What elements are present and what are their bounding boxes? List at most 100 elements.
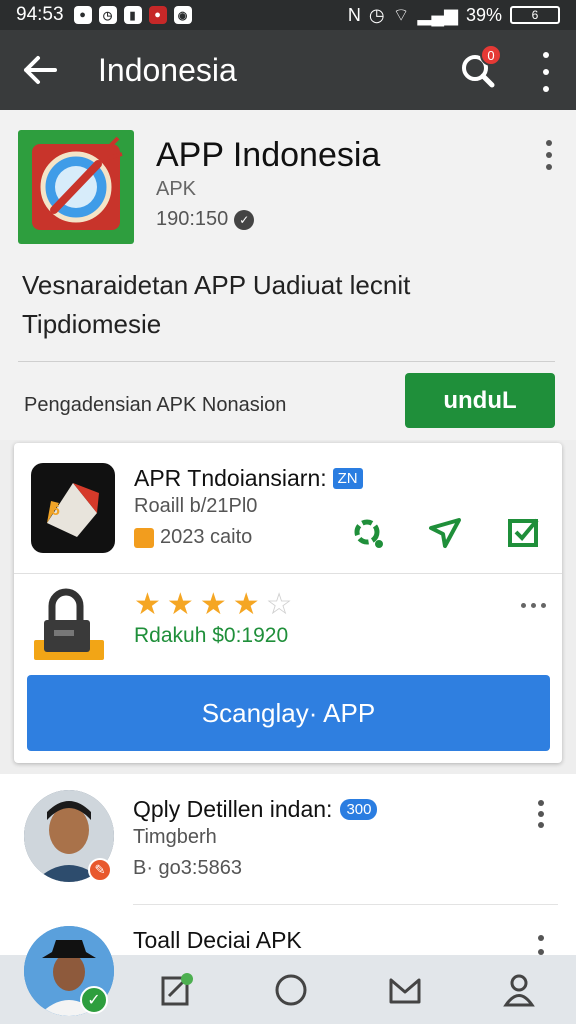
more-vert-dot (546, 164, 552, 170)
card-subtitle: Roaill b/21Pl0 (134, 495, 258, 517)
compass-logo-icon (32, 136, 123, 230)
card-more-button[interactable] (521, 603, 546, 608)
circle-home-icon (275, 974, 307, 1005)
nfc-icon: N (347, 4, 361, 25)
more-vert-dot (538, 811, 544, 817)
mail-icon (389, 978, 421, 1003)
list-item-more-button[interactable] (536, 800, 546, 828)
divider (14, 573, 562, 574)
more-vert-dot (546, 152, 552, 158)
card-date-text: 2023 caito (160, 526, 253, 548)
scan-button[interactable]: Scanglay· APP (27, 675, 550, 751)
nav-edit[interactable] (157, 970, 197, 1010)
app-name: APP Indonesia (156, 136, 381, 174)
battery-level: 6 (531, 8, 539, 22)
star-icon: ★ (166, 588, 194, 621)
status-bar: 94:53 ● ◷ ▮ ● ◉ N ◷ ⌔ ▂▄▆ 39% 6 (0, 0, 576, 30)
notification-icon: ● (73, 6, 92, 24)
card-tag: ZN (332, 468, 363, 489)
card-date: 2023 caito (134, 526, 252, 549)
settings-button[interactable] (348, 513, 386, 551)
status-time: 94:53 (16, 4, 64, 25)
edit-badge-icon: ✎ (88, 858, 112, 882)
more-vert-icon (546, 140, 552, 146)
nav-profile[interactable] (499, 970, 539, 1010)
download-button[interactable]: unduL (405, 373, 555, 428)
more-vert-dot (543, 69, 549, 75)
divider (18, 361, 555, 362)
star-icon: ★ (199, 588, 227, 621)
arrow-left-icon (24, 56, 57, 84)
list-item-name: Qply Detillen indan: 300 (133, 796, 378, 823)
more-vert-dot (543, 86, 549, 92)
list-item-badge: 300 (340, 799, 378, 820)
verified-check-icon: ✓ (80, 986, 108, 1014)
status-notification-icons: ● ◷ ▮ ● ◉ (73, 6, 192, 24)
notification-badge: 0 (480, 44, 502, 66)
nav-messages[interactable] (385, 970, 425, 1010)
app-notification-icon: ● (148, 6, 167, 24)
app-size: 190:150 ✓ (156, 208, 255, 231)
user-list: ✎ Qply Detillen indan: 300 Timgberh B· g… (0, 774, 576, 955)
more-vert-icon (543, 52, 549, 58)
list-item-subtitle: Timgberh (133, 826, 217, 848)
star-empty-icon: ☆ (265, 588, 293, 621)
list-item-name: Toall Deciai APK (133, 927, 302, 954)
list-item-name-text: Qply Detillen indan: (133, 796, 333, 822)
clock-icon: ◷ (98, 6, 117, 24)
alarm-icon: ◷ (368, 4, 385, 25)
app-icon (18, 130, 134, 244)
back-button[interactable] (0, 30, 80, 110)
app-header: APP Indonesia APK 190:150 ✓ Vesnaraideta… (0, 110, 576, 440)
app-bar: Indonesia 0 (0, 30, 576, 110)
sim-icon: ▮ (123, 6, 142, 24)
list-item-name-text: Toall Deciai APK (133, 927, 302, 953)
edit-button[interactable] (504, 513, 542, 551)
more-horiz-icon (521, 603, 526, 608)
card-actions (348, 513, 542, 551)
more-horiz-dot (531, 603, 536, 608)
signal-icon: ▂▄▆ (417, 4, 458, 25)
more-vert-dot (538, 822, 544, 828)
calendar-icon (134, 527, 154, 548)
app-type: APK (156, 178, 197, 200)
notifications-button[interactable]: 0 (458, 44, 502, 90)
send-icon (429, 518, 461, 548)
list-item-more-button[interactable] (536, 935, 546, 955)
list-item[interactable]: ✎ Qply Detillen indan: 300 Timgberh B· g… (0, 774, 576, 905)
verified-icon: ✓ (234, 209, 255, 230)
gear-icon (354, 519, 383, 548)
page-title: Indonesia (98, 51, 237, 88)
cube-logo-icon: 6 (47, 483, 99, 537)
card-title-text: APR Tndoiansiarn: (134, 465, 327, 491)
camera-icon: ◉ (173, 6, 192, 24)
battery-icon: 6 (510, 6, 560, 24)
battery-percent: 39% (465, 4, 502, 25)
more-horiz-dot (541, 603, 546, 608)
checkbox-icon (508, 518, 539, 547)
app-card-icon: 6 (31, 463, 115, 553)
app-detail-card: 6 APR Tndoiansiarn: ZN Roaill b/21Pl0 20… (14, 443, 562, 763)
svg-text:6: 6 (51, 502, 60, 519)
document-edit-icon (161, 972, 193, 1005)
star-icon: ★ (134, 588, 161, 621)
download-label: Pengadensian APK Nonasion (24, 394, 287, 416)
app-description: Vesnaraidetan APP Uadiuat lecnit Tipdiom… (22, 270, 411, 339)
person-icon (503, 974, 535, 1006)
app-size-value: 190:150 (156, 208, 229, 230)
more-vert-icon (538, 800, 544, 806)
app-more-button[interactable] (544, 140, 554, 170)
overflow-menu-button[interactable] (538, 52, 554, 92)
card-price: Rdakuh $0:1920 (134, 624, 289, 647)
lock-icon (32, 588, 108, 668)
list-item-detail: B· go3:5863 (133, 857, 242, 879)
more-vert-icon (538, 935, 544, 941)
wifi-icon: ⌔ (392, 4, 410, 25)
star-icon: ★ (232, 588, 260, 621)
card-title: APR Tndoiansiarn: ZN (134, 465, 363, 492)
padlock-icon (34, 588, 104, 660)
status-right: N ◷ ⌔ ▂▄▆ 39% 6 (348, 4, 560, 27)
share-button[interactable] (426, 513, 464, 551)
nav-home[interactable] (271, 970, 311, 1010)
rating-stars: ★ ★ ★ ★ ☆ (134, 590, 293, 620)
